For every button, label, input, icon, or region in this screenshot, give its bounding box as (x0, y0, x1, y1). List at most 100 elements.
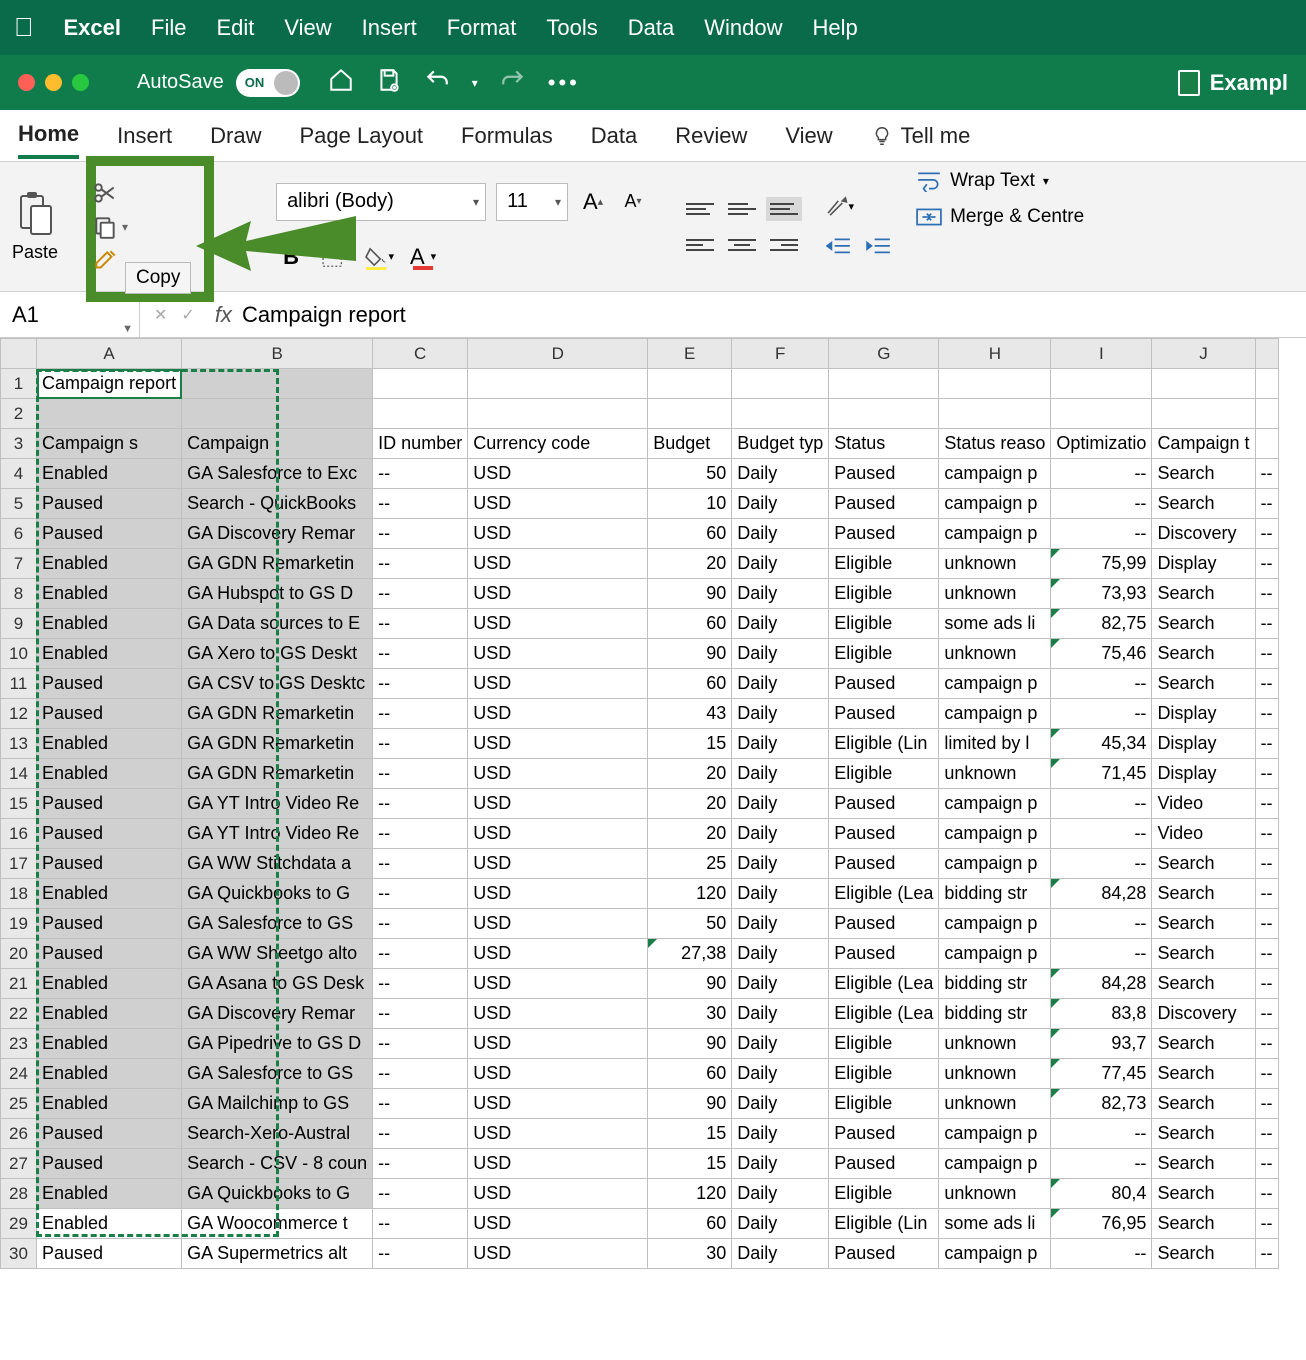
cell[interactable]: -- (373, 909, 468, 939)
cell[interactable]: -- (1255, 879, 1278, 909)
cell[interactable]: -- (1255, 639, 1278, 669)
row-header[interactable]: 21 (1, 969, 37, 999)
cell[interactable]: Enabled (37, 1059, 182, 1089)
increase-indent-button[interactable] (864, 233, 894, 261)
cell[interactable]: USD (468, 909, 648, 939)
cell[interactable]: Paused (37, 819, 182, 849)
cell[interactable]: Search (1152, 609, 1255, 639)
row-header[interactable]: 2 (1, 399, 37, 429)
cell[interactable]: unknown (939, 639, 1051, 669)
more-icon[interactable]: ••• (548, 70, 580, 96)
cell[interactable]: Daily (732, 1119, 829, 1149)
cell[interactable]: -- (1255, 1149, 1278, 1179)
cell[interactable]: -- (1255, 849, 1278, 879)
cell[interactable]: 60 (648, 609, 732, 639)
cell[interactable]: campaign p (939, 909, 1051, 939)
menu-excel[interactable]: Excel (64, 15, 122, 41)
cell[interactable]: Eligible (829, 549, 939, 579)
cell[interactable]: Eligible (Lea (829, 879, 939, 909)
cell[interactable]: GA Data sources to E (182, 609, 373, 639)
cell[interactable]: GA Supermetrics alt (182, 1239, 373, 1269)
cell[interactable]: Eligible (829, 1029, 939, 1059)
cell[interactable]: GA Xero to GS Deskt (182, 639, 373, 669)
spreadsheet-grid[interactable]: A B C D E F G H I J 1Campaign report23Ca… (0, 338, 1306, 1269)
cell[interactable]: Status reaso (939, 429, 1051, 459)
cell[interactable]: Display (1152, 549, 1255, 579)
cell[interactable]: -- (373, 999, 468, 1029)
cell[interactable]: Eligible (Lin (829, 1209, 939, 1239)
cell[interactable]: -- (373, 1059, 468, 1089)
cell[interactable]: USD (468, 609, 648, 639)
cell[interactable]: Search (1152, 909, 1255, 939)
cell[interactable]: GA Salesforce to GS (182, 1059, 373, 1089)
cell[interactable]: Paused (829, 1119, 939, 1149)
cell[interactable]: Video (1152, 789, 1255, 819)
cell[interactable]: USD (468, 759, 648, 789)
align-bottom-button[interactable] (766, 197, 802, 221)
cell[interactable]: Daily (732, 699, 829, 729)
cell[interactable] (1255, 399, 1278, 429)
row-header[interactable]: 19 (1, 909, 37, 939)
cell[interactable]: some ads li (939, 1209, 1051, 1239)
cell[interactable]: Search (1152, 969, 1255, 999)
cell[interactable]: Paused (37, 849, 182, 879)
cell[interactable]: GA GDN Remarketin (182, 699, 373, 729)
cell[interactable]: 90 (648, 969, 732, 999)
row-header[interactable]: 6 (1, 519, 37, 549)
cell[interactable]: Eligible (829, 1059, 939, 1089)
col-header-b[interactable]: B (182, 339, 373, 369)
cell[interactable]: 60 (648, 1209, 732, 1239)
cell[interactable]: -- (1255, 939, 1278, 969)
row-header[interactable]: 18 (1, 879, 37, 909)
cell[interactable] (939, 399, 1051, 429)
autosave-switch[interactable]: ON (236, 69, 300, 97)
cell[interactable]: Display (1152, 729, 1255, 759)
cell[interactable]: -- (1051, 1119, 1152, 1149)
cell[interactable]: Search (1152, 459, 1255, 489)
cell[interactable]: Campaign t (1152, 429, 1255, 459)
cell[interactable]: -- (373, 1179, 468, 1209)
cell[interactable] (829, 399, 939, 429)
cell[interactable]: -- (1051, 699, 1152, 729)
align-top-button[interactable] (682, 197, 718, 221)
cell[interactable]: 73,93 (1051, 579, 1152, 609)
cell[interactable]: bidding str (939, 969, 1051, 999)
decrease-indent-button[interactable] (824, 233, 854, 261)
cell[interactable]: Search (1152, 1119, 1255, 1149)
cell[interactable]: -- (1255, 1059, 1278, 1089)
cell[interactable]: bidding str (939, 999, 1051, 1029)
cell[interactable]: Daily (732, 729, 829, 759)
cell[interactable]: Eligible (Lea (829, 969, 939, 999)
cell[interactable] (1051, 369, 1152, 399)
col-header-g[interactable]: G (829, 339, 939, 369)
cell[interactable]: Search-Xero-Austral (182, 1119, 373, 1149)
cell[interactable] (182, 399, 373, 429)
cell[interactable]: 90 (648, 579, 732, 609)
cell[interactable]: 43 (648, 699, 732, 729)
cell[interactable]: unknown (939, 579, 1051, 609)
cell[interactable]: Search (1152, 1209, 1255, 1239)
cell[interactable]: -- (373, 1239, 468, 1269)
cell[interactable]: -- (373, 1089, 468, 1119)
row-header[interactable]: 9 (1, 609, 37, 639)
cell[interactable]: Search (1152, 1059, 1255, 1089)
cell[interactable]: Paused (829, 669, 939, 699)
cell[interactable]: Paused (829, 519, 939, 549)
cell[interactable]: -- (1255, 519, 1278, 549)
cell[interactable]: 15 (648, 1119, 732, 1149)
cell[interactable]: USD (468, 639, 648, 669)
cell[interactable]: Search (1152, 1239, 1255, 1269)
align-center-button[interactable] (724, 233, 760, 257)
cell[interactable]: Enabled (37, 1179, 182, 1209)
cell[interactable]: Paused (37, 699, 182, 729)
format-painter-button[interactable] (92, 248, 128, 274)
cell[interactable]: -- (1255, 1119, 1278, 1149)
cell[interactable]: USD (468, 1209, 648, 1239)
cell[interactable]: GA YT Intro Video Re (182, 789, 373, 819)
row-header[interactable]: 20 (1, 939, 37, 969)
menu-data[interactable]: Data (628, 15, 674, 41)
cell[interactable]: Daily (732, 669, 829, 699)
row-header[interactable]: 13 (1, 729, 37, 759)
tab-view[interactable]: View (785, 115, 832, 157)
cell[interactable]: Enabled (37, 459, 182, 489)
